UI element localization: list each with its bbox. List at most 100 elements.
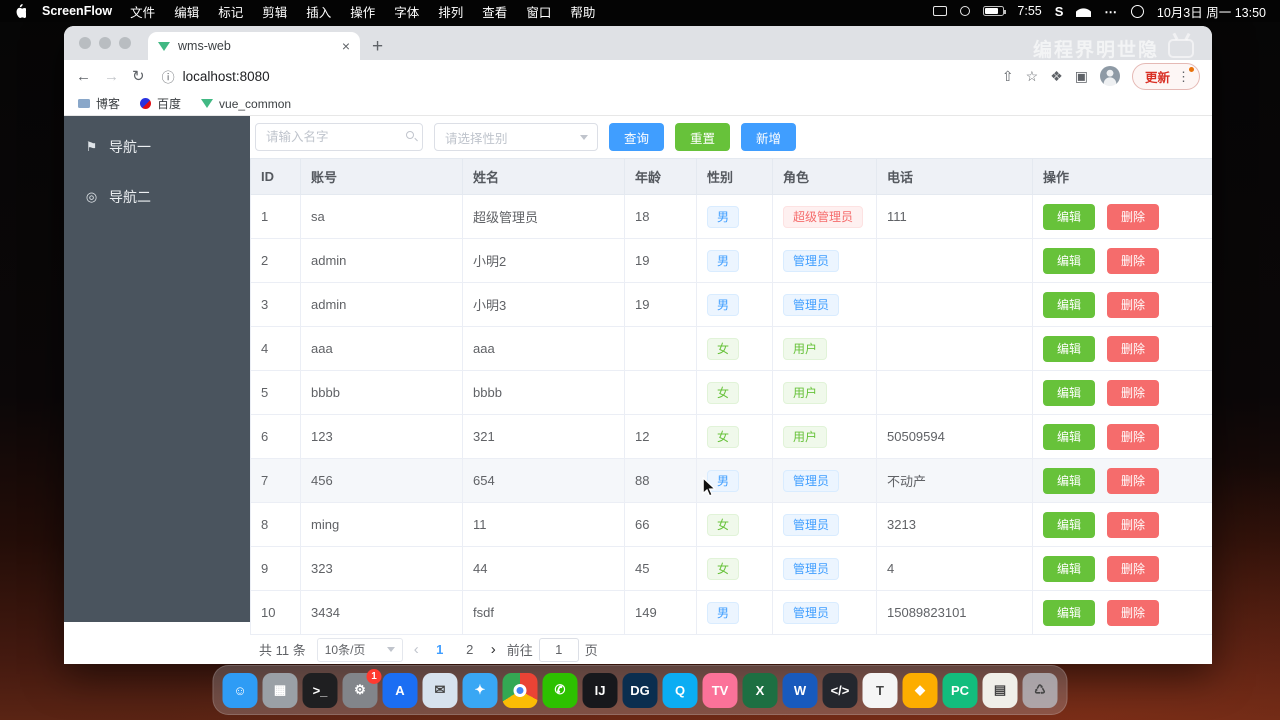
bookmark-2[interactable]: vue_common	[201, 97, 291, 111]
zoom-window-button[interactable]	[119, 37, 131, 49]
dock-icon-vscode[interactable]: </>	[822, 672, 858, 708]
edit-button[interactable]: 编辑	[1043, 511, 1096, 538]
menu-item-4[interactable]: 插入	[306, 2, 331, 21]
browser-menu-icon[interactable]: ⋮	[1177, 66, 1194, 83]
next-page-icon[interactable]: ›	[491, 642, 496, 657]
edit-button[interactable]: 编辑	[1043, 379, 1096, 406]
delete-button[interactable]: 删除	[1107, 203, 1160, 230]
dock-icon-safari[interactable]: ✦	[462, 672, 498, 708]
site-info-icon[interactable]: ⓘ	[162, 67, 175, 86]
dock-icon-bilibili[interactable]: TV	[702, 672, 738, 708]
input-source-icon[interactable]	[1130, 4, 1144, 18]
dock-icon-wechat[interactable]: ✆	[542, 672, 578, 708]
cell-account: admin	[300, 282, 463, 327]
dock-icon-pycharm[interactable]: PC	[942, 672, 978, 708]
dock-icon-typora[interactable]: T	[862, 672, 898, 708]
dock-icon-notes[interactable]: ▤	[982, 672, 1018, 708]
apple-logo-icon[interactable]	[14, 4, 26, 18]
screenflow-status-icon[interactable]: S	[1055, 4, 1064, 19]
control-center-icon[interactable]: ⋯	[1104, 4, 1118, 19]
edit-button[interactable]: 编辑	[1043, 599, 1096, 626]
menubar-datetime[interactable]: 10月3日 周一 13:50	[1157, 2, 1266, 21]
battery-icon[interactable]	[983, 6, 1007, 16]
edit-button[interactable]: 编辑	[1043, 203, 1096, 230]
delete-button[interactable]: 删除	[1107, 423, 1160, 450]
edit-button[interactable]: 编辑	[1043, 423, 1096, 450]
delete-button[interactable]: 删除	[1107, 247, 1160, 274]
delete-button[interactable]: 删除	[1107, 599, 1160, 626]
menu-item-8[interactable]: 查看	[482, 2, 507, 21]
dock-icon-excel[interactable]: X	[742, 672, 778, 708]
edit-button[interactable]: 编辑	[1043, 555, 1096, 582]
profile-avatar[interactable]	[1099, 66, 1120, 86]
dock-icon-word[interactable]: W	[782, 672, 818, 708]
menu-item-2[interactable]: 标记	[218, 2, 243, 21]
delete-button[interactable]: 删除	[1107, 335, 1160, 362]
delete-button[interactable]: 删除	[1107, 467, 1160, 494]
close-window-button[interactable]	[79, 37, 91, 49]
url-text[interactable]: localhost:8080	[183, 69, 270, 84]
menu-item-6[interactable]: 字体	[394, 2, 419, 21]
dock-icon-trash[interactable]: ♺	[1022, 672, 1058, 708]
reset-button[interactable]: 重置	[675, 123, 731, 151]
name-search-input[interactable]	[255, 123, 423, 151]
extensions-icon[interactable]: ❖	[1050, 68, 1063, 85]
forward-icon[interactable]: →	[104, 68, 119, 85]
page-button-1[interactable]: 1	[430, 642, 450, 657]
reading-list-icon[interactable]: ▣	[1075, 68, 1088, 85]
dock-icon-chrome[interactable]	[502, 672, 538, 708]
minimize-window-button[interactable]	[99, 37, 111, 49]
menubar-app-name[interactable]: ScreenFlow	[42, 4, 112, 18]
search-button[interactable]: 查询	[609, 123, 665, 151]
menu-item-1[interactable]: 编辑	[174, 2, 199, 21]
gender-select[interactable]: 请选择性别	[434, 123, 598, 151]
prev-page-icon[interactable]: ‹	[414, 642, 419, 657]
add-button[interactable]: 新增	[741, 123, 797, 151]
goto-page-input[interactable]	[538, 637, 579, 662]
sidebar-item-1[interactable]: ⚑ 导航一	[64, 122, 250, 172]
dock-icon-terminal[interactable]: >_	[302, 672, 338, 708]
bookmark-1[interactable]: 百度	[140, 95, 181, 112]
omnibox[interactable]: ⓘ localhost:8080	[162, 67, 989, 86]
new-tab-button[interactable]: +	[372, 37, 383, 56]
delete-button[interactable]: 删除	[1107, 511, 1160, 538]
dock-icon-app-store[interactable]: A	[382, 672, 418, 708]
dock-icon-finder[interactable]: ☺	[222, 672, 258, 708]
menu-item-7[interactable]: 排列	[438, 2, 463, 21]
back-icon[interactable]: ←	[76, 68, 91, 85]
menu-item-10[interactable]: 帮助	[570, 2, 595, 21]
cell-actions: 编辑 删除	[1032, 326, 1212, 371]
close-tab-icon[interactable]: ×	[342, 38, 350, 54]
edit-button[interactable]: 编辑	[1043, 291, 1096, 318]
menu-item-9[interactable]: 窗口	[526, 2, 551, 21]
display-mirroring-icon[interactable]	[933, 6, 948, 16]
record-icon[interactable]	[960, 6, 971, 16]
delete-button[interactable]: 删除	[1107, 555, 1160, 582]
browser-tab[interactable]: wms-web ×	[148, 32, 360, 60]
delete-button[interactable]: 删除	[1107, 291, 1160, 318]
reload-icon[interactable]: ↻	[132, 67, 145, 85]
dock-icon-qq[interactable]: Q	[662, 672, 698, 708]
edit-button[interactable]: 编辑	[1043, 467, 1096, 494]
bookmark-star-icon[interactable]: ☆	[1026, 68, 1039, 85]
dock-icon-intellij-idea[interactable]: IJ	[582, 672, 618, 708]
delete-button[interactable]: 删除	[1107, 379, 1160, 406]
dock-icon-launchpad[interactable]: ▦	[262, 672, 298, 708]
dock-icon-sketch[interactable]: ◆	[902, 672, 938, 708]
menu-item-5[interactable]: 操作	[350, 2, 375, 21]
wifi-icon[interactable]	[1076, 5, 1092, 17]
menu-item-0[interactable]: 文件	[130, 2, 155, 21]
gender-tag: 男	[707, 293, 740, 316]
dock-icon-datagrip[interactable]: DG	[622, 672, 658, 708]
edit-button[interactable]: 编辑	[1043, 247, 1096, 274]
menu-item-3[interactable]: 剪辑	[262, 2, 287, 21]
update-button[interactable]: 更新 ⋮	[1131, 62, 1200, 90]
sidebar-item-2[interactable]: ◎ 导航二	[64, 172, 250, 222]
edit-button[interactable]: 编辑	[1043, 335, 1096, 362]
page-button-2[interactable]: 2	[460, 642, 480, 657]
dock-icon-system-preferences[interactable]: ⚙ 1	[342, 668, 382, 708]
page-size-select[interactable]: 10条/页	[316, 637, 403, 662]
bookmark-0[interactable]: 博客	[78, 95, 120, 112]
dock-icon-mail[interactable]: ✉	[422, 672, 458, 708]
share-icon[interactable]: ⇧	[1002, 68, 1014, 85]
